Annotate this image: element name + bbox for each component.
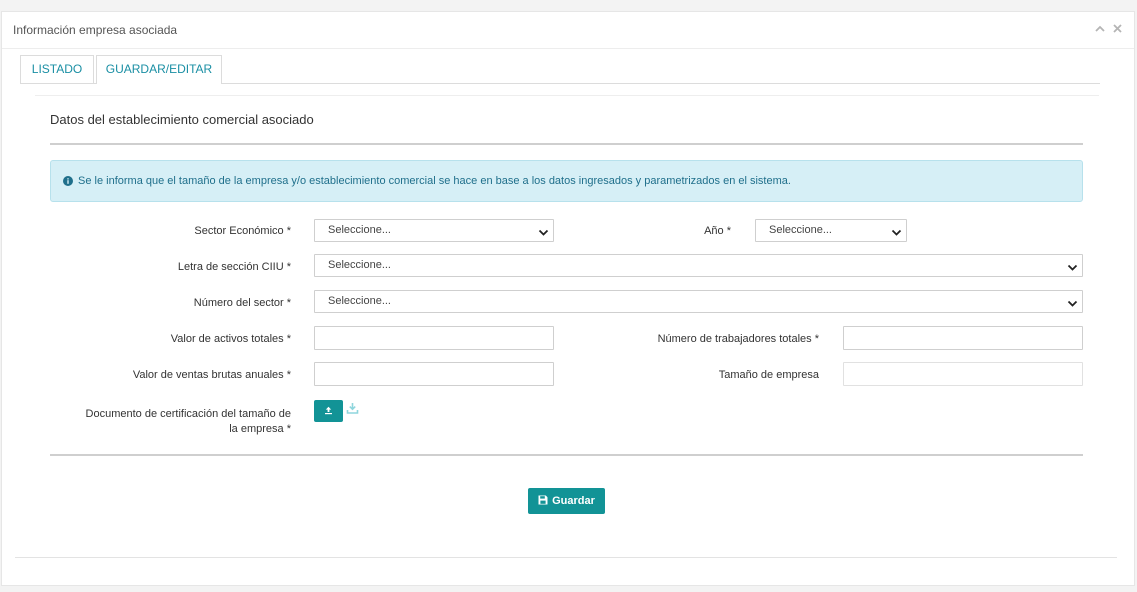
floppy-disk-icon xyxy=(538,495,548,508)
assets-input[interactable] xyxy=(314,326,554,350)
chevron-down-icon xyxy=(891,225,902,246)
year-select-value: Seleccione... xyxy=(769,224,832,236)
ciiu-select[interactable]: Seleccione... xyxy=(314,254,1083,277)
chevron-down-icon xyxy=(1067,296,1078,317)
sales-label: Valor de ventas brutas anuales * xyxy=(132,369,291,381)
ciiu-select-value: Seleccione... xyxy=(328,259,391,271)
tab-guardar-editar[interactable]: GUARDAR/EDITAR xyxy=(96,55,222,84)
tab-bar: LISTADO GUARDAR/EDITAR xyxy=(20,55,1100,84)
chevron-down-icon xyxy=(1067,260,1078,281)
chevron-down-icon xyxy=(538,225,549,246)
sector-select-value: Seleccione... xyxy=(328,224,391,236)
panel-header: Información empresa asociada xyxy=(2,12,1134,49)
certification-doc-label-line2: la empresa * xyxy=(229,423,291,435)
footer-divider xyxy=(15,557,1117,558)
panel-title: Información empresa asociada xyxy=(13,23,178,37)
year-label: Año * xyxy=(704,225,731,237)
sector-number-select-value: Seleccione... xyxy=(328,295,391,307)
company-size-label: Tamaño de empresa xyxy=(718,369,819,381)
close-icon[interactable] xyxy=(1113,24,1122,34)
sector-number-select[interactable]: Seleccione... xyxy=(314,290,1083,313)
info-alert: Se le informa que el tamaño de la empres… xyxy=(50,160,1083,202)
upload-document-button[interactable] xyxy=(314,400,343,422)
certification-doc-label: Documento de certificación del tamaño de… xyxy=(40,407,291,437)
workers-label: Número de trabajadores totales * xyxy=(657,333,819,345)
sales-input[interactable] xyxy=(314,362,554,386)
certification-doc-label-line1: Documento de certificación del tamaño de xyxy=(85,408,291,420)
save-button[interactable]: Guardar xyxy=(528,488,605,514)
upload-icon xyxy=(324,402,333,420)
download-icon[interactable] xyxy=(346,402,359,420)
save-button-label: Guardar xyxy=(552,495,595,507)
collapse-icon[interactable] xyxy=(1095,24,1105,34)
section-title: Datos del establecimiento comercial asoc… xyxy=(50,112,314,127)
panel-tools xyxy=(1095,24,1122,34)
info-circle-icon xyxy=(63,176,73,186)
sector-select[interactable]: Seleccione... xyxy=(314,219,554,242)
year-select[interactable]: Seleccione... xyxy=(755,219,907,242)
sector-number-label: Número del sector * xyxy=(193,297,291,309)
sector-label: Sector Económico * xyxy=(194,225,291,237)
tab-content-divider xyxy=(35,95,1099,96)
ciiu-label: Letra de sección CIIU * xyxy=(177,261,291,273)
info-alert-text: Se le informa que el tamaño de la empres… xyxy=(78,175,791,187)
workers-input[interactable] xyxy=(843,326,1083,350)
tab-listado[interactable]: LISTADO xyxy=(20,55,94,83)
section-divider-top xyxy=(50,143,1083,145)
company-size-field xyxy=(843,362,1083,386)
section-divider-bottom xyxy=(50,454,1083,456)
assets-label: Valor de activos totales * xyxy=(170,333,291,345)
